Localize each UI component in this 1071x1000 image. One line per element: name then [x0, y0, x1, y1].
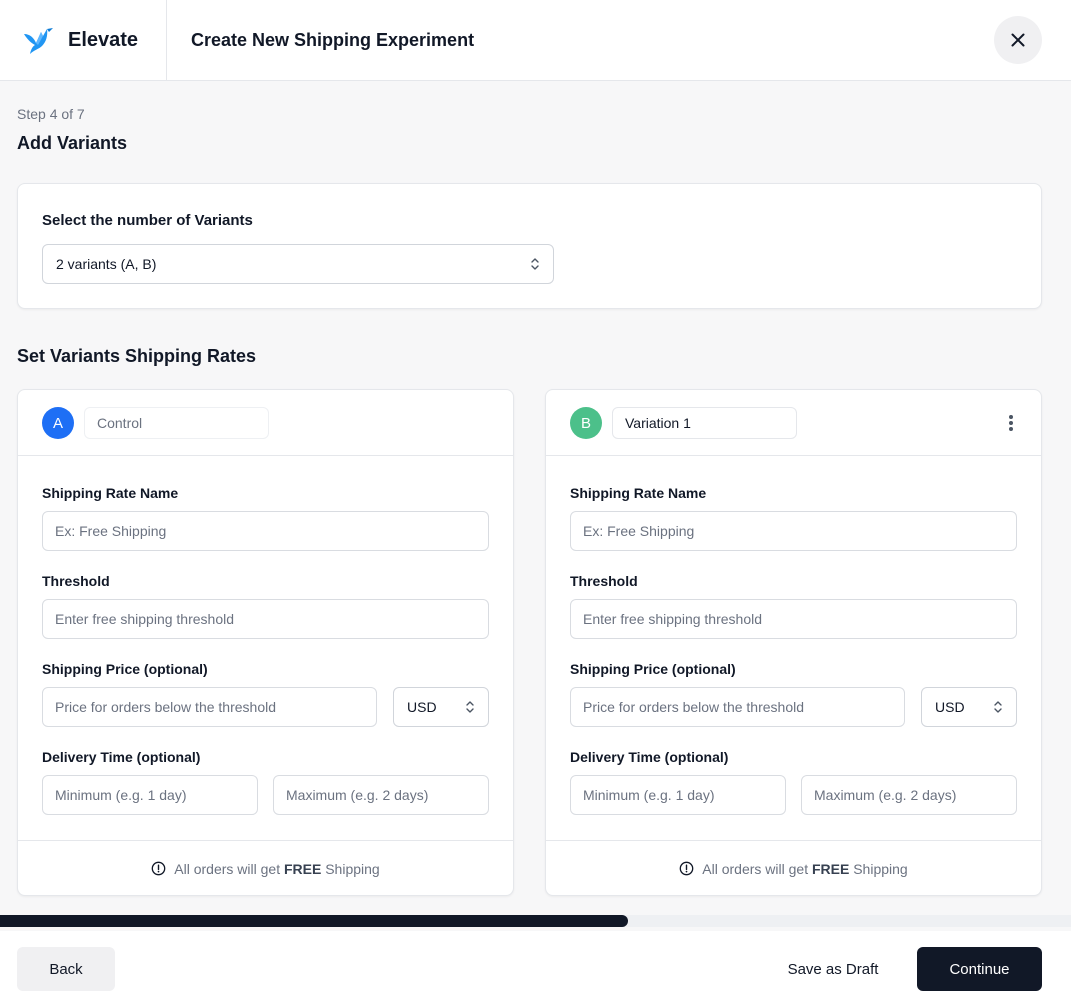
delivery-max-input[interactable] [273, 775, 489, 815]
info-icon [679, 861, 694, 876]
variant-card-b: B Shipping Rate Name Threshold Shipping … [545, 389, 1042, 896]
more-options-icon[interactable] [1003, 412, 1019, 434]
footer-note: All orders will get FREE Shipping [702, 860, 908, 877]
rates-title: Set Variants Shipping Rates [17, 346, 257, 366]
variant-count-select[interactable]: 2 variants (A, B) [42, 244, 554, 284]
step-indicator: Step 4 of 7 [17, 106, 85, 122]
variant-count-label: Select the number of Variants [42, 212, 253, 229]
delivery-min-input[interactable] [570, 775, 786, 815]
close-icon [1011, 33, 1025, 47]
close-button[interactable] [994, 16, 1042, 64]
progress-bar [0, 915, 1071, 927]
chevron-up-down-icon [531, 258, 539, 270]
variant-card-footer: All orders will get FREE Shipping [546, 840, 1041, 896]
footer-note: All orders will get FREE Shipping [174, 860, 380, 877]
shipping-price-label: Shipping Price (optional) [42, 661, 208, 677]
threshold-input[interactable] [42, 599, 489, 639]
shipping-rate-name-input[interactable] [570, 511, 1017, 551]
currency-value: USD [407, 699, 437, 715]
currency-value: USD [935, 699, 965, 715]
threshold-label: Threshold [570, 573, 638, 589]
variant-name-input[interactable] [612, 407, 797, 439]
currency-select[interactable]: USD [393, 687, 489, 727]
footer-bar: Back Save as Draft Continue [0, 931, 1071, 1000]
shipping-rate-name-label: Shipping Rate Name [570, 485, 707, 501]
section-title: Add Variants [17, 133, 128, 153]
delivery-min-input[interactable] [42, 775, 258, 815]
variant-badge: B [570, 407, 602, 439]
shipping-price-label: Shipping Price (optional) [570, 661, 736, 677]
variant-card-header: A [18, 390, 513, 456]
shipping-price-input[interactable] [570, 687, 905, 727]
variant-card-footer: All orders will get FREE Shipping [18, 840, 513, 896]
delivery-time-label: Delivery Time (optional) [42, 749, 201, 765]
delivery-time-label: Delivery Time (optional) [570, 749, 729, 765]
back-button[interactable]: Back [17, 947, 115, 991]
info-icon [151, 861, 166, 876]
brand-name: Elevate [68, 28, 139, 51]
variant-badge: A [42, 407, 74, 439]
variant-name-input [84, 407, 269, 439]
threshold-input[interactable] [570, 599, 1017, 639]
top-bar: Elevate Create New Shipping Experiment [0, 0, 1071, 81]
shipping-price-input[interactable] [42, 687, 377, 727]
currency-select[interactable]: USD [921, 687, 1017, 727]
shipping-rate-name-label: Shipping Rate Name [42, 485, 179, 501]
variant-card-a: A Shipping Rate Name Threshold Shipping … [17, 389, 514, 896]
shipping-rate-name-input[interactable] [42, 511, 489, 551]
variant-count-card: Select the number of Variants 2 variants… [17, 183, 1042, 309]
chevron-up-down-icon [994, 701, 1002, 713]
variant-card-header: B [546, 390, 1041, 456]
bird-logo-icon [24, 28, 53, 54]
brand: Elevate [0, 0, 167, 80]
variant-count-value: 2 variants (A, B) [56, 256, 157, 272]
delivery-max-input[interactable] [801, 775, 1017, 815]
continue-button[interactable]: Continue [917, 947, 1042, 991]
save-draft-button[interactable]: Save as Draft [770, 947, 896, 991]
progress-fill [0, 915, 628, 927]
threshold-label: Threshold [42, 573, 110, 589]
page-title: Create New Shipping Experiment [191, 30, 475, 50]
chevron-up-down-icon [466, 701, 474, 713]
